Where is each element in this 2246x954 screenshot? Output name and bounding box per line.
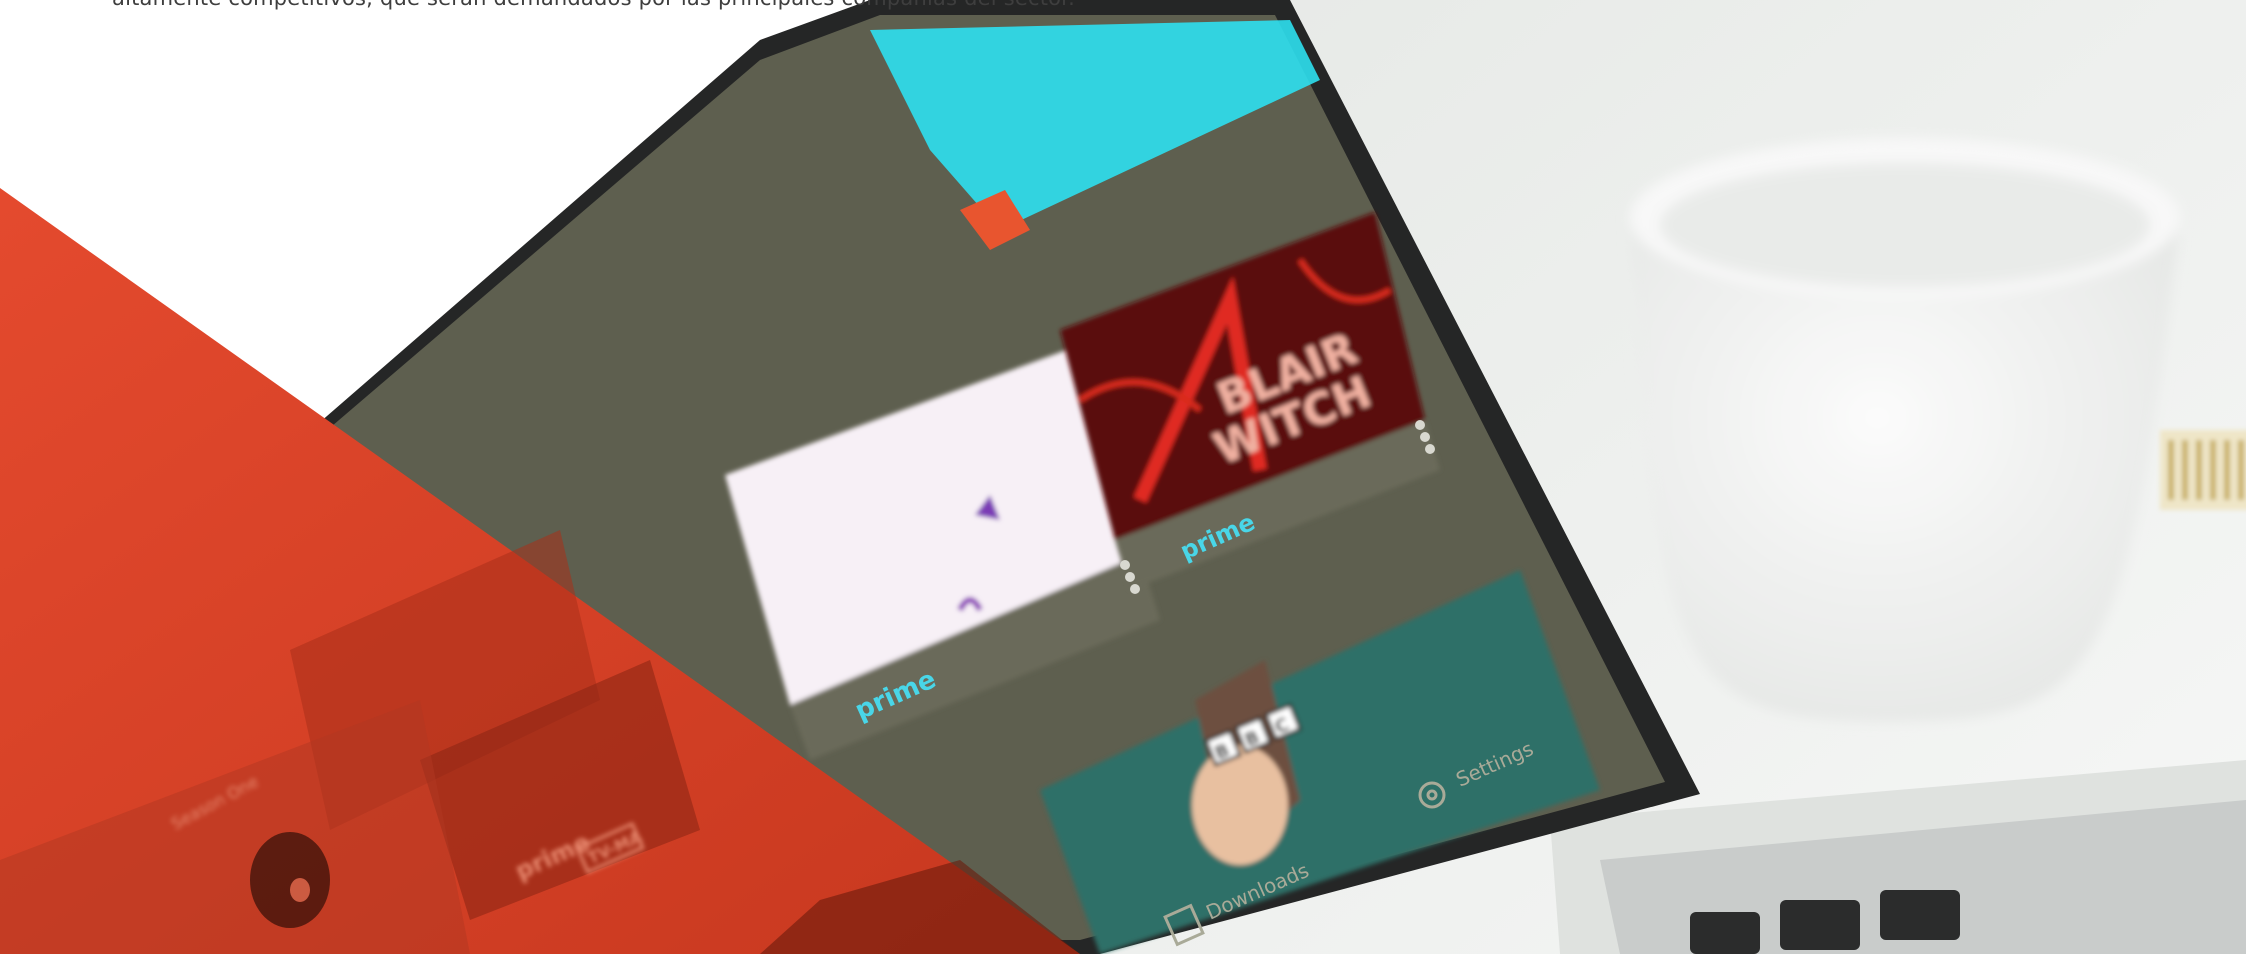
notebook <box>2160 430 2246 510</box>
hero-banner-image: BLAIR WITCH B B C prime prime Settings D… <box>0 0 2246 954</box>
coffee-cup <box>1630 138 2180 722</box>
intro-paragraph: altamente competitivos, que serán demand… <box>112 0 1075 10</box>
